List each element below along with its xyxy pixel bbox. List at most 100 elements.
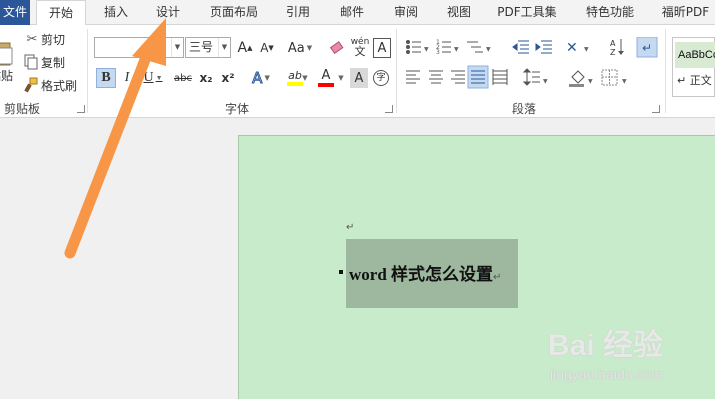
tab-page-layout[interactable]: 页面布局 bbox=[204, 0, 264, 25]
tab-insert[interactable]: 插入 bbox=[98, 0, 134, 25]
italic-icon: I bbox=[124, 70, 130, 85]
character-border-button[interactable]: A bbox=[373, 38, 391, 58]
grow-font-button[interactable]: A ▲ bbox=[236, 38, 254, 58]
shrink-font-button[interactable]: A ▼ bbox=[258, 38, 276, 58]
font-color-dropdown[interactable]: ▼ bbox=[336, 68, 344, 88]
ribbon-tab-bar: 文件 开始 插入 设计 页面布局 引用 邮件 审阅 视图 PDF工具集 特色功能… bbox=[0, 0, 715, 26]
underline-button[interactable]: U ▼ bbox=[140, 68, 166, 88]
tab-view[interactable]: 视图 bbox=[441, 0, 477, 25]
svg-text:▼: ▼ bbox=[588, 78, 593, 85]
tab-pdf-tools[interactable]: PDF工具集 bbox=[494, 0, 560, 25]
highlight-dropdown[interactable]: ▼ bbox=[300, 68, 308, 88]
align-center-icon bbox=[429, 70, 443, 84]
change-case-button[interactable]: Aa ▼ bbox=[285, 38, 315, 58]
grow-font-icon: A bbox=[237, 40, 248, 56]
paragraph-launcher[interactable] bbox=[652, 105, 660, 113]
svg-text:✕: ✕ bbox=[566, 40, 578, 56]
shrink-font-icon: A bbox=[260, 41, 269, 55]
shading-icon bbox=[569, 70, 585, 87]
svg-text:3: 3 bbox=[436, 49, 440, 56]
copy-label: 复制 bbox=[41, 55, 66, 70]
distributed-icon bbox=[492, 69, 508, 85]
chevron-down-icon: ▼ bbox=[218, 38, 230, 57]
font-color-button[interactable]: A bbox=[315, 67, 337, 89]
styles-gallery[interactable]: AaBbCcDd ↵ 正文 bbox=[672, 37, 715, 97]
style-normal-preview[interactable]: AaBbCcDd bbox=[675, 42, 715, 68]
cut-label: 剪切 bbox=[41, 32, 66, 47]
tab-references[interactable]: 引用 bbox=[280, 0, 316, 25]
superscript-icon: x² bbox=[221, 71, 235, 85]
font-color-bar bbox=[318, 83, 334, 87]
bold-button[interactable]: B bbox=[96, 68, 116, 88]
scissors-icon: ✂ bbox=[26, 31, 38, 47]
svg-text:▼: ▼ bbox=[424, 46, 429, 53]
document-text-content: word 样式怎么设置 bbox=[349, 265, 494, 284]
baidu-logo: Bai 经验 bbox=[548, 329, 664, 362]
format-painter-label: 格式刷 bbox=[41, 78, 78, 93]
underline-icon: U bbox=[143, 70, 154, 85]
enclose-characters-button[interactable]: 字 bbox=[372, 68, 390, 88]
character-shading-button[interactable]: A bbox=[350, 68, 368, 88]
tab-mailings[interactable]: 邮件 bbox=[334, 0, 370, 25]
paragraph-mark-icon: ↵ bbox=[642, 41, 652, 55]
copy-button[interactable]: 复制 bbox=[23, 52, 65, 72]
bold-icon: B bbox=[101, 70, 111, 85]
paragraph-mark: ↵ bbox=[346, 222, 355, 233]
group-separator bbox=[665, 29, 666, 113]
change-case-icon: Aa bbox=[287, 40, 305, 56]
tab-foxit-pdf[interactable]: 福昕PDF bbox=[656, 0, 715, 25]
group-separator bbox=[396, 29, 397, 113]
text-effects-icon: A bbox=[252, 69, 263, 88]
multilevel-list-icon bbox=[467, 41, 483, 53]
borders-icon bbox=[601, 69, 618, 86]
font-size-value: 三号 bbox=[189, 40, 214, 54]
paragraph-group-label: 段落 bbox=[512, 102, 537, 116]
paragraph-end-mark: ↵ bbox=[493, 272, 502, 283]
italic-button[interactable]: I bbox=[119, 68, 135, 88]
clear-formatting-button[interactable] bbox=[328, 38, 346, 58]
strikethrough-icon: abc bbox=[174, 72, 192, 84]
align-left-icon bbox=[406, 70, 420, 84]
svg-text:▼: ▼ bbox=[543, 78, 548, 85]
chevron-down-icon: ▼ bbox=[171, 38, 183, 57]
enclose-characters-icon: 字 bbox=[373, 70, 389, 86]
character-shading-icon: A bbox=[354, 70, 364, 86]
strikethrough-button[interactable]: abc bbox=[172, 68, 194, 88]
chinese-layout-icon: ✕ bbox=[566, 40, 578, 56]
cut-button[interactable]: ✂ 剪切 bbox=[23, 29, 65, 49]
ribbon-home: 粘贴 ✂ 剪切 复制 格式刷 剪贴板 ▼ 三号 ▼ A▲ A▼ Aa▼ wén文… bbox=[0, 25, 715, 118]
tab-special-features[interactable]: 特色功能 bbox=[580, 0, 640, 25]
tab-design[interactable]: 设计 bbox=[150, 0, 186, 25]
watermark-url: jingyan.baidu.com bbox=[550, 366, 663, 382]
font-launcher[interactable] bbox=[385, 105, 393, 113]
font-name-combo[interactable]: ▼ bbox=[94, 37, 184, 58]
clipboard-group-label: 剪贴板 bbox=[4, 102, 41, 116]
tab-review[interactable]: 审阅 bbox=[388, 0, 424, 25]
style-normal-label: ↵ 正文 bbox=[677, 74, 712, 87]
svg-text:▼: ▼ bbox=[486, 46, 491, 53]
numbering-icon: 1 2 3 bbox=[436, 39, 451, 56]
svg-text:Z: Z bbox=[610, 48, 616, 57]
phonetic-guide-button[interactable]: wén 文 bbox=[350, 35, 370, 59]
svg-text:▼: ▼ bbox=[622, 78, 627, 85]
clipboard-launcher[interactable] bbox=[77, 105, 85, 113]
tab-file[interactable]: 文件 bbox=[0, 0, 30, 25]
bullet-marker bbox=[339, 270, 343, 274]
superscript-button[interactable]: x² bbox=[219, 68, 237, 88]
font-color-icon: A bbox=[321, 68, 331, 83]
paste-button[interactable]: 粘贴 bbox=[0, 33, 14, 89]
subscript-button[interactable]: x₂ bbox=[197, 68, 215, 88]
eraser-icon bbox=[329, 41, 344, 55]
paste-label: 粘贴 bbox=[0, 68, 13, 83]
subscript-icon: x₂ bbox=[199, 71, 213, 85]
document-text[interactable]: word 样式怎么设置↵ bbox=[349, 260, 501, 285]
font-group-label: 字体 bbox=[225, 102, 250, 116]
format-painter-icon bbox=[24, 77, 38, 93]
tab-home[interactable]: 开始 bbox=[36, 0, 86, 26]
text-effects-button[interactable]: A ▼ bbox=[248, 68, 274, 88]
svg-text:A: A bbox=[610, 39, 616, 48]
font-size-combo[interactable]: 三号 ▼ bbox=[185, 37, 231, 58]
align-right-icon bbox=[451, 70, 465, 84]
group-separator bbox=[87, 29, 88, 113]
format-painter-button[interactable]: 格式刷 bbox=[23, 75, 77, 95]
